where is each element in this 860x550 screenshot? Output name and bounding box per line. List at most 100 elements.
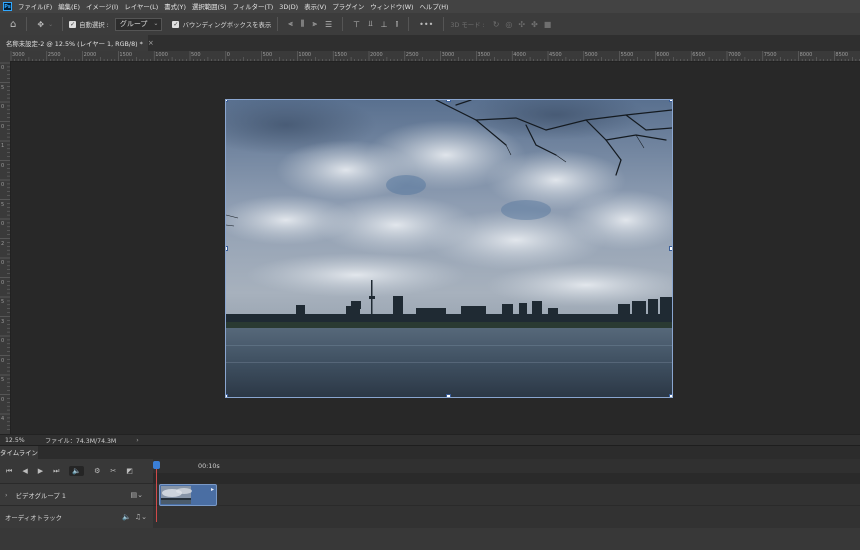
- menu-help[interactable]: ヘルプ(H): [420, 2, 449, 11]
- transform-handle[interactable]: [226, 100, 228, 102]
- timeline-tab-bar: [0, 445, 860, 460]
- ruler-tick-label: 4: [1, 416, 5, 422]
- ruler-tick-label: 5: [1, 84, 5, 91]
- play-icon[interactable]: ▶: [38, 467, 43, 475]
- options-bar: ⌂ ✥ ⌄ ✓ 自動選択 : グループ ⌄ ✓ バウンディングボックスを表示 ⫷…: [0, 13, 860, 36]
- align-middle-icon[interactable]: ⫫: [368, 19, 373, 29]
- expand-chevron-icon[interactable]: ›: [5, 491, 8, 499]
- video-clip[interactable]: ▸: [159, 484, 217, 506]
- chevron-down-icon[interactable]: ⌄: [48, 21, 53, 28]
- ruler-tick-label: 3000: [441, 52, 455, 58]
- menu-3d[interactable]: 3D(D): [279, 3, 298, 11]
- menu-window[interactable]: ウィンドウ(W): [370, 2, 413, 11]
- chevron-right-icon[interactable]: ›: [136, 437, 138, 444]
- home-icon[interactable]: ⌂: [10, 19, 16, 30]
- previous-frame-icon[interactable]: ◀︎: [22, 467, 27, 475]
- transform-handle[interactable]: [226, 246, 228, 251]
- ruler-tick-label: 2500: [405, 52, 419, 58]
- align-top-icon[interactable]: ⊤: [353, 20, 360, 29]
- transform-handle[interactable]: [669, 394, 672, 397]
- 3d-camera-icon[interactable]: ■: [544, 20, 552, 29]
- move-tool-icon[interactable]: ✥: [37, 20, 44, 29]
- settings-gear-icon[interactable]: ⚙: [94, 467, 100, 475]
- menu-select[interactable]: 選択範囲(S): [192, 2, 227, 11]
- ruler-horizontal[interactable]: 3000 2500 2000 1500 1000 500 0 500 1000 1500 2000 2…: [0, 51, 860, 62]
- menu-image[interactable]: イメージ(I): [86, 2, 118, 11]
- next-frame-icon[interactable]: ⏭: [53, 467, 59, 476]
- menu-bar: Ps ファイル(F) 編集(E) イメージ(I) レイヤー(L) 書式(Y) 選…: [0, 0, 860, 13]
- music-note-icon[interactable]: ♫⌄: [135, 513, 147, 521]
- menu-plugins[interactable]: プラグイン: [332, 2, 364, 11]
- track-header-video-group[interactable]: › ビデオグループ 1 ▤⌄: [0, 484, 153, 506]
- ruler-tick-label: 6500: [692, 52, 705, 58]
- track-lane-video-group[interactable]: [153, 484, 860, 506]
- audio-volume-icon[interactable]: 🔈: [69, 466, 85, 476]
- auto-select-option[interactable]: ✓ 自動選択 :: [69, 20, 109, 29]
- auto-select-checkbox[interactable]: ✓: [69, 20, 77, 28]
- 3d-slide-icon[interactable]: ✤: [531, 20, 538, 29]
- ruler-tick-label: 0: [1, 182, 5, 188]
- go-to-first-frame-icon[interactable]: ⏮: [6, 467, 12, 476]
- 3d-pan-icon[interactable]: ✣: [518, 20, 525, 29]
- clip-menu-icon[interactable]: ▸: [211, 486, 214, 493]
- distribute-h-icon[interactable]: ☰: [325, 20, 332, 29]
- 3d-orbit-icon[interactable]: ↻: [493, 20, 500, 29]
- film-strip-icon[interactable]: ▤⌄: [131, 491, 143, 499]
- menu-filter[interactable]: フィルター(T): [233, 2, 274, 11]
- track-lane-audio[interactable]: [153, 506, 860, 528]
- menu-file[interactable]: ファイル(F): [18, 2, 52, 11]
- speaker-icon[interactable]: 🔈: [122, 513, 131, 521]
- ruler-tick-label: 4000: [513, 52, 526, 58]
- track-name-video-group: ビデオグループ 1: [15, 491, 66, 500]
- scissors-split-icon[interactable]: ✂: [110, 467, 116, 475]
- align-bottom-icon[interactable]: ⊥: [381, 20, 388, 29]
- ruler-tick-label: 8000: [799, 52, 813, 58]
- ruler-tick-label: 1000: [155, 52, 168, 58]
- ruler-tick-label: 2: [1, 240, 5, 247]
- ruler-tick-label: 0: [226, 52, 230, 58]
- divider: [26, 17, 28, 31]
- menu-edit[interactable]: 編集(E): [58, 2, 80, 11]
- align-right-icon[interactable]: ⫸: [312, 19, 317, 29]
- ruler-tick-label: 1000: [298, 52, 312, 58]
- ruler-tick-label: 5: [1, 299, 5, 305]
- transform-handle[interactable]: [669, 100, 672, 102]
- playhead-line: [156, 469, 157, 522]
- distribute-v-icon[interactable]: ⫾: [396, 19, 399, 29]
- track-header-audio[interactable]: オーディオトラック 🔈 ♫⌄: [0, 506, 153, 528]
- more-options-button[interactable]: •••: [419, 20, 433, 29]
- document-tab[interactable]: 名称未設定-2 @ 12.5% (レイヤー 1, RGB/8) * ×: [0, 35, 154, 51]
- timeline-ruler[interactable]: [153, 459, 860, 473]
- menu-layer[interactable]: レイヤー(L): [124, 2, 158, 11]
- track-name-audio: オーディオトラック: [5, 513, 63, 522]
- tab-timeline[interactable]: タイムライン: [0, 446, 38, 459]
- ruler-tick-label: 2500: [47, 52, 61, 58]
- show-bbox-checkbox[interactable]: ✓: [172, 20, 180, 28]
- align-left-icon[interactable]: ⫷: [288, 19, 293, 29]
- transform-handle[interactable]: [446, 394, 451, 397]
- ruler-vertical[interactable]: 0 5 0 0 1 0 0 5 0 2 0 0 5 3 0 0 5 0 4: [0, 61, 11, 434]
- transform-handle[interactable]: [669, 246, 672, 251]
- show-bbox-option[interactable]: ✓ バウンディングボックスを表示: [172, 20, 271, 29]
- transform-handle[interactable]: [226, 394, 228, 397]
- track-row-video-group: › ビデオグループ 1 ▤⌄: [0, 483, 860, 506]
- transform-handle[interactable]: [446, 100, 451, 102]
- auto-select-dropdown[interactable]: グループ ⌄: [114, 17, 163, 31]
- align-center-h-icon[interactable]: ⫼: [301, 19, 305, 29]
- close-icon[interactable]: ×: [148, 39, 154, 47]
- menu-type[interactable]: 書式(Y): [164, 2, 186, 11]
- 3d-mode-label: 3D モード :: [450, 20, 485, 29]
- timeline-work-area-bar[interactable]: [153, 473, 860, 483]
- menu-view[interactable]: 表示(V): [304, 2, 326, 11]
- ruler-tick-label: 3: [1, 318, 5, 325]
- canvas-photo-layer[interactable]: [225, 99, 673, 398]
- ruler-tick-label: 0: [1, 65, 5, 71]
- ruler-tick-label: 1500: [334, 52, 347, 58]
- zoom-level[interactable]: 12.5%: [5, 437, 45, 444]
- auto-select-value: グループ: [119, 20, 148, 28]
- ruler-tick-label: 3000: [12, 52, 25, 58]
- transition-icon[interactable]: ◩: [126, 467, 133, 475]
- playhead-handle[interactable]: [153, 461, 160, 469]
- ruler-tick-label: 8500: [835, 52, 849, 58]
- 3d-roll-icon[interactable]: ◎: [505, 20, 512, 29]
